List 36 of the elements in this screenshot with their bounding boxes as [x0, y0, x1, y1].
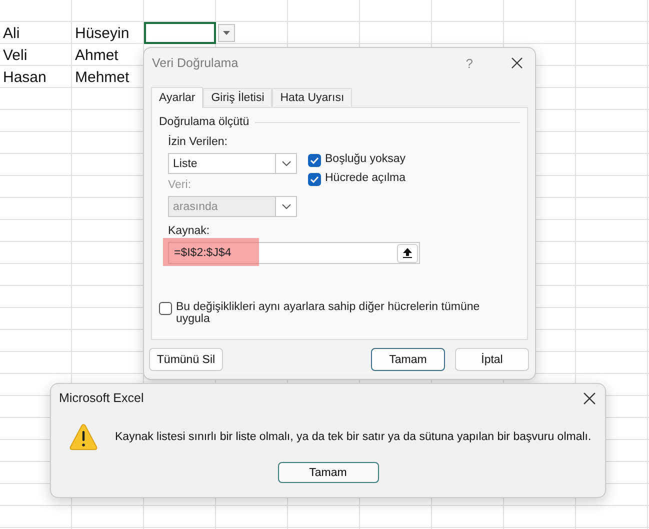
group-title: Doğrulama ölçütü [159, 116, 250, 128]
cell-text: Veli [3, 46, 28, 64]
checkbox-label: Hücrede açılma [325, 172, 406, 184]
upload-arrow-icon [403, 248, 412, 258]
checkbox[interactable] [308, 173, 321, 186]
dialog-button[interactable]: Tümünü Sil [149, 348, 223, 371]
checkbox[interactable] [308, 154, 321, 167]
dropdown-field[interactable]: Liste [168, 153, 297, 174]
cell-text: Mehmet [75, 68, 130, 86]
dialog-button[interactable]: Tamam [371, 348, 445, 371]
cell-text: Ahmet [75, 46, 118, 64]
window-title: Microsoft Excel [59, 391, 145, 405]
field-label: İzin Verilen: [168, 136, 228, 150]
triangle-down-icon [223, 31, 230, 35]
cell-text: Hüseyin [75, 24, 130, 42]
checkbox[interactable] [159, 302, 172, 315]
field-label: Kaynak: [168, 225, 211, 239]
chevron-down-icon [282, 204, 290, 209]
cell-text: Ali [3, 24, 20, 42]
chevron-down-icon [282, 161, 290, 166]
tab[interactable]: Hata Uyarısı [272, 88, 352, 107]
cell-text: Hasan [3, 68, 46, 86]
alert-message: Kaynak listesi sınırlı bir liste olmalı, ya da tek bir satır ya da sütuna yapılan bir başvuru olmalı. [115, 431, 592, 443]
checkbox-label: Bu değişiklikleri aynı ayarlara sahip diğer hücrelerin tümüne uygula [176, 301, 481, 325]
tab[interactable]: Giriş İletisi [203, 88, 272, 107]
dialog-button[interactable]: İptal [455, 348, 529, 371]
ok-button[interactable]: Tamam [278, 462, 378, 483]
warning-icon [69, 423, 98, 451]
close-icon[interactable] [511, 57, 523, 69]
collapse-button[interactable] [397, 244, 418, 262]
close-icon[interactable] [583, 392, 596, 404]
tab[interactable]: Ayarlar [151, 87, 204, 108]
dropdown-button[interactable] [218, 24, 235, 42]
field-label: Veri: [168, 179, 192, 193]
window-title: Veri Doğrulama [152, 56, 240, 70]
checkbox-label: Boşluğu yoksay [325, 153, 406, 165]
